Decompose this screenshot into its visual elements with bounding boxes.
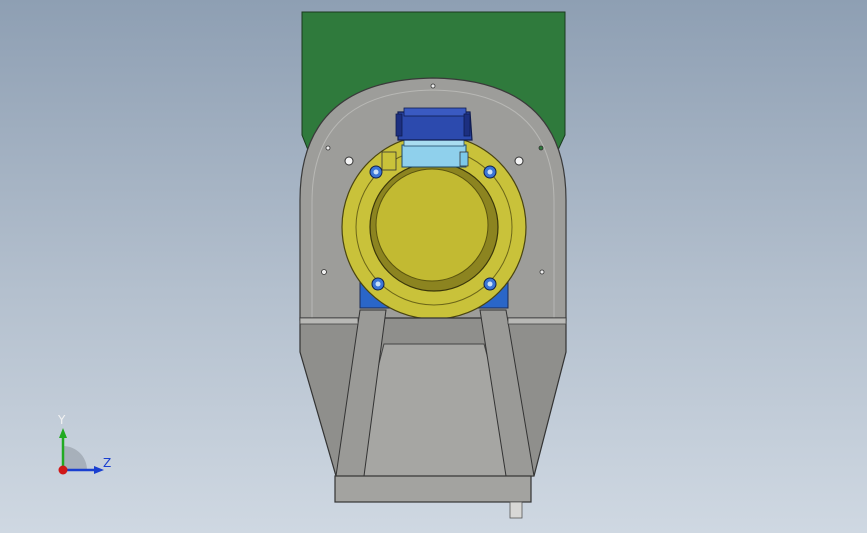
graphics-viewport[interactable]: Y Z [0,0,867,533]
motor-clip [459,151,469,167]
bore-face [375,168,489,282]
plate-hole [514,156,524,166]
x-axis-icon [58,465,68,475]
plate-hole [325,145,331,151]
bottom-plate [334,475,532,503]
motor-clip [381,151,397,171]
cad-model[interactable] [0,0,867,533]
blue-motor-cap [403,107,467,117]
bolt-top-right [483,165,497,179]
plate-hole [321,269,327,275]
chute-lip-right [507,317,567,325]
blue-motor-end [463,113,471,137]
plate-hole [430,83,436,89]
blue-motor-end [395,113,403,137]
plate-hole [538,145,544,151]
chute-lip-left [299,317,359,325]
bottom-pin [509,501,523,519]
y-axis-label: Y [58,413,66,427]
plate-hole [344,156,354,166]
plate-hole [539,269,545,275]
bolt-bottom-left [371,277,385,291]
bolt-top-left [369,165,383,179]
bolt-bottom-right [483,277,497,291]
z-axis-label: Z [103,456,112,470]
coordinate-triad: Y Z [48,410,118,480]
y-arrow-icon [59,428,67,438]
triad-sector [63,446,87,470]
motor-mount [401,144,467,168]
